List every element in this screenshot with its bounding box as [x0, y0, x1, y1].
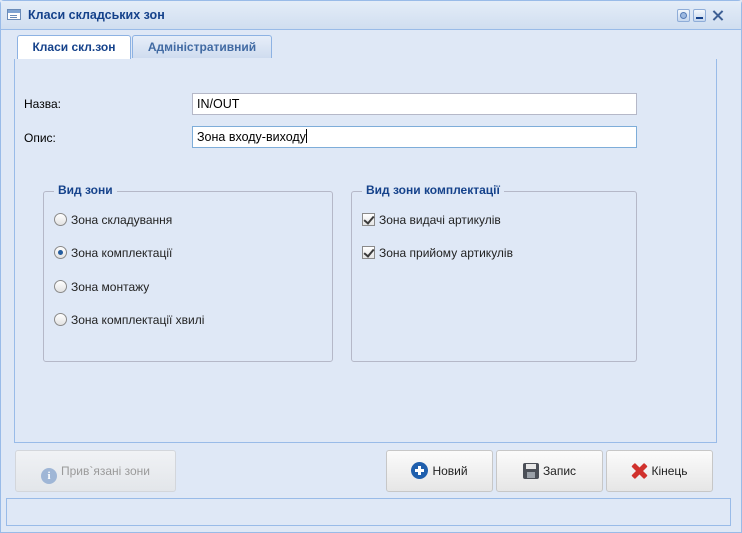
checkbox-icon[interactable] — [362, 246, 375, 259]
picking-zone-type-legend: Вид зони комплектації — [362, 183, 504, 197]
close-button[interactable] — [711, 9, 725, 22]
title-bar: Класи складських зон — [1, 1, 741, 30]
minimize-button[interactable] — [693, 9, 706, 22]
button-label: Прив`язані зони — [60, 464, 151, 478]
text-caret — [305, 129, 307, 143]
button-label: Новий — [432, 464, 468, 478]
new-button[interactable]: Новий — [386, 450, 493, 492]
status-bar — [6, 498, 731, 526]
checkbox-issue-zone[interactable]: Зона видачі артикулів — [362, 212, 501, 228]
radio-wave-picking-zone[interactable]: Зона комплектації хвилі — [54, 312, 204, 328]
description-label: Опис: — [24, 131, 56, 145]
radio-icon[interactable] — [54, 313, 67, 326]
radio-icon[interactable] — [54, 246, 67, 259]
save-button[interactable]: Запис — [496, 450, 603, 492]
linked-zones-button[interactable]: i Прив`язані зони — [15, 450, 176, 492]
radio-icon[interactable] — [54, 280, 67, 293]
tab-warehouse-zone-classes[interactable]: Класи скл.зон — [17, 35, 131, 60]
plus-icon — [411, 462, 429, 479]
window: Класи складських зон Класи скл.зон Адмін… — [0, 0, 742, 533]
radio-assembly-zone[interactable]: Зона монтажу — [54, 279, 149, 295]
picking-zone-type-group: Вид зони комплектації Зона видачі артику… — [351, 183, 637, 362]
option-label: Зона комплектації хвилі — [71, 313, 205, 327]
option-label: Зона прийому артикулів — [379, 246, 513, 260]
button-label: Кінець — [651, 464, 688, 478]
tab-administrative[interactable]: Адміністративний — [132, 35, 272, 58]
description-field[interactable]: Зона входу-виходу — [192, 126, 637, 148]
window-title: Класи складських зон — [28, 8, 165, 22]
radio-storage-zone[interactable]: Зона складування — [54, 212, 172, 228]
description-value: Зона входу-виходу — [197, 130, 306, 144]
gear-icon[interactable] — [677, 9, 690, 22]
save-icon — [522, 463, 539, 479]
end-button[interactable]: Кінець — [606, 450, 713, 492]
name-field[interactable]: IN/OUT — [192, 93, 637, 115]
window-icon — [7, 9, 21, 20]
name-label: Назва: — [24, 97, 61, 111]
tab-strip: Класи скл.зон Адміністративний — [14, 34, 717, 60]
close-icon — [631, 463, 647, 479]
button-label: Запис — [542, 464, 577, 478]
option-label: Зона видачі артикулів — [379, 213, 501, 227]
radio-picking-zone[interactable]: Зона комплектації — [54, 245, 172, 261]
tab-panel: Назва: IN/OUT Опис: Зона входу-виходу Ви… — [14, 59, 717, 443]
name-value: IN/OUT — [197, 97, 240, 111]
zone-type-legend: Вид зони — [54, 183, 117, 197]
checkbox-receiving-zone[interactable]: Зона прийому артикулів — [362, 245, 513, 261]
option-label: Зона монтажу — [71, 280, 150, 294]
radio-icon[interactable] — [54, 213, 67, 226]
option-label: Зона складування — [71, 213, 173, 227]
zone-type-group: Вид зони Зона складування Зона комплекта… — [43, 183, 333, 362]
checkbox-icon[interactable] — [362, 213, 375, 226]
option-label: Зона комплектації — [71, 246, 173, 260]
info-icon: i — [40, 468, 57, 484]
